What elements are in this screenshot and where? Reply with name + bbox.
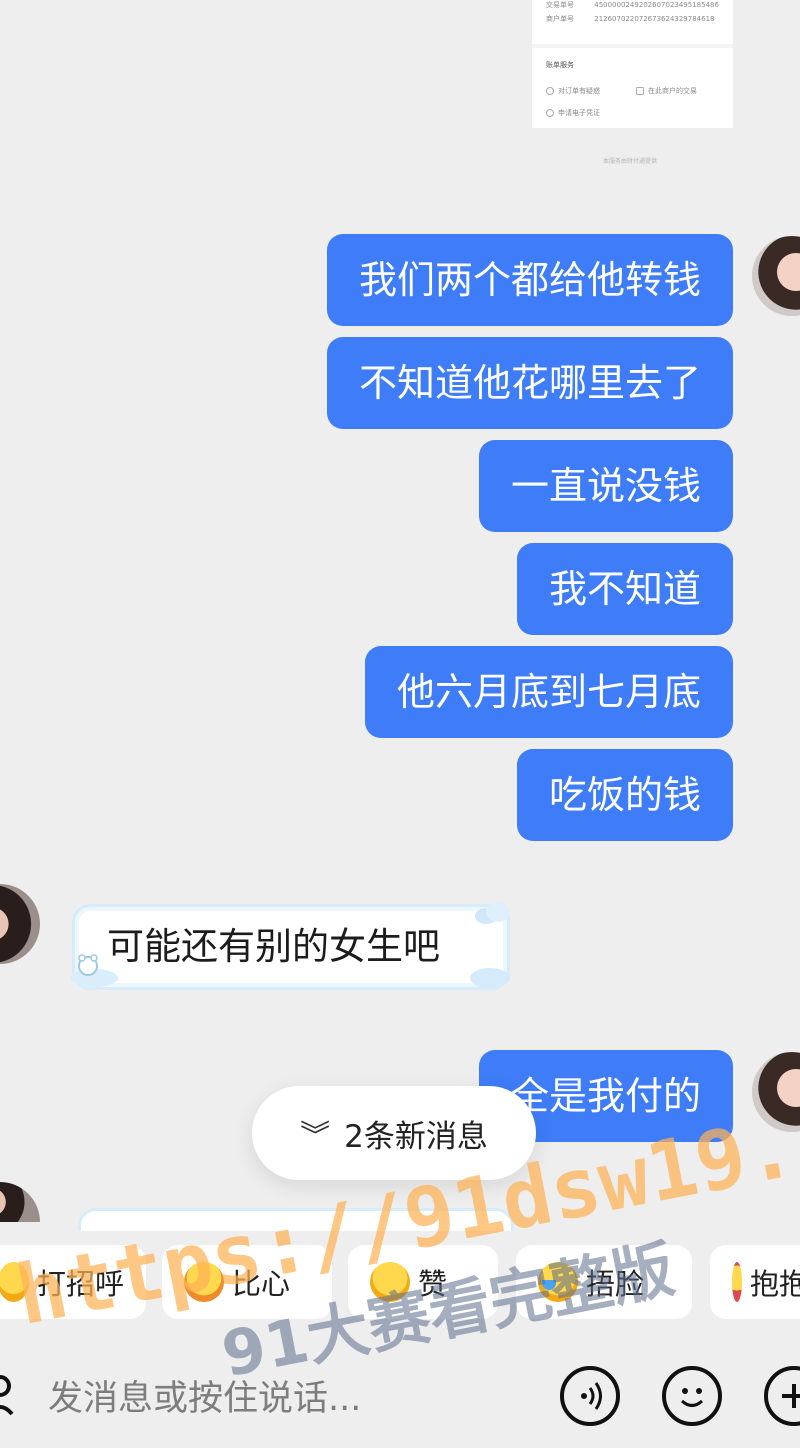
transfer-receipt-card[interactable]: 交易单号 4500000249202607023495185486 商户单号 2… [532, 0, 733, 128]
question-icon [546, 87, 554, 95]
receipt-row-transaction-id: 交易单号 4500000249202607023495185486 [546, 1, 719, 9]
quick-reply-bar: 打招呼 比心 赞 捂脸 抱抱 [0, 1245, 800, 1319]
bear-sticker-decoration-icon [70, 954, 118, 987]
receipt-service-e-voucher[interactable]: 申请电子凭证 [546, 108, 600, 118]
plus-circle-icon [546, 109, 554, 117]
cloud-decoration-icon [475, 902, 510, 924]
message-bubble-outgoing[interactable]: 他六月底到七月底 [364, 646, 733, 738]
receipt-row-merchant-id: 商户单号 21260702207267362432978461​8 [546, 15, 715, 23]
receipt-divider [532, 44, 733, 48]
my-avatar[interactable] [752, 236, 800, 316]
document-icon [636, 87, 644, 95]
thumbs-up-emoji-icon [370, 1262, 410, 1302]
message-bubble-outgoing[interactable]: 我们两个都给他转钱 [326, 234, 733, 326]
double-chevron-down-icon: ︾ [300, 1119, 331, 1154]
keyboard-switch-icon[interactable] [0, 1374, 22, 1422]
quick-reply-wave[interactable]: 打招呼 [0, 1245, 146, 1319]
message-input[interactable]: 发消息或按住说话... [48, 1370, 361, 1421]
new-messages-button[interactable]: ︾ 2条新消息 [252, 1086, 536, 1180]
facepalm-emoji-icon [538, 1262, 578, 1302]
receipt-service-question[interactable]: 对订单有疑惑 [546, 86, 600, 96]
plus-icon[interactable] [764, 1366, 800, 1426]
receipt-service-merchant-history[interactable]: 在此商户的交易 [636, 86, 697, 96]
receipt-footnote: 本服务由财付通提供 [602, 158, 657, 165]
cloud-decoration-icon [470, 968, 510, 988]
message-bubble-outgoing[interactable]: 不知道他花哪里去了 [326, 337, 733, 429]
message-bubble-outgoing[interactable]: 我不知道 [516, 543, 733, 635]
emoji-icon[interactable] [662, 1366, 722, 1426]
quick-reply-hug[interactable]: 抱抱 [710, 1245, 800, 1319]
voice-icon[interactable] [560, 1366, 620, 1426]
message-bubble-incoming-partial [78, 1208, 514, 1231]
contact-avatar[interactable] [0, 884, 40, 964]
message-input-bar: 发消息或按住说话... [0, 1350, 800, 1448]
hug-emoji-icon [732, 1262, 742, 1302]
receipt-service-title: 账单服务 [546, 61, 574, 69]
my-avatar[interactable] [752, 1052, 800, 1132]
quick-reply-facepalm[interactable]: 捂脸 [516, 1245, 692, 1319]
message-bubble-outgoing[interactable]: 一直说没钱 [478, 440, 733, 532]
contact-avatar[interactable] [0, 1182, 40, 1222]
heart-emoji-icon [184, 1262, 224, 1302]
quick-reply-heart[interactable]: 比心 [162, 1245, 332, 1319]
wave-emoji-icon [0, 1262, 29, 1302]
message-bubble-outgoing[interactable]: 吃饭的钱 [516, 749, 733, 841]
quick-reply-thumbs-up[interactable]: 赞 [348, 1245, 498, 1319]
message-bubble-incoming[interactable]: 可能还有别的女生吧 [72, 904, 510, 990]
new-messages-label: 2条新消息 [344, 1118, 488, 1155]
